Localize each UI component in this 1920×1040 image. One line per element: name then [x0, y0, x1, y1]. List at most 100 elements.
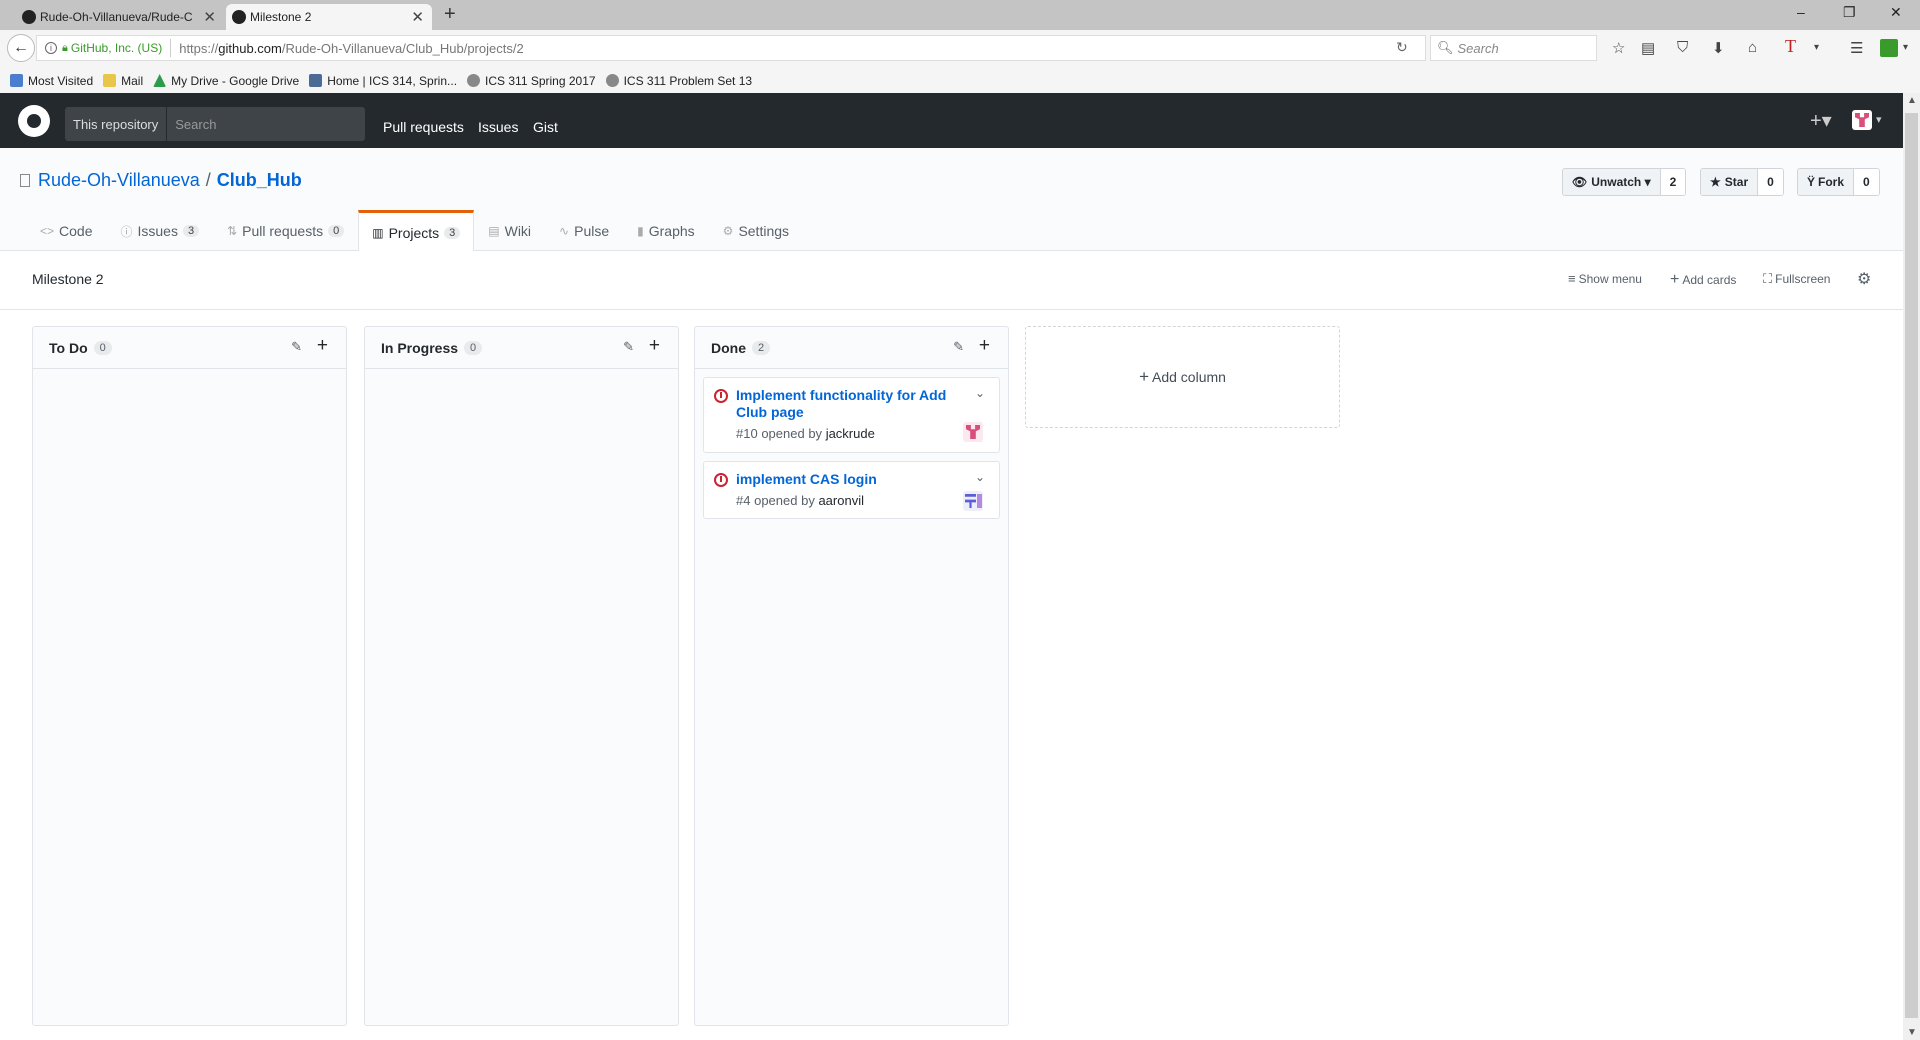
tab-pull-requests[interactable]: ⇅ Pull requests 0 [213, 210, 358, 251]
restore-button[interactable]: ❐ [1843, 4, 1856, 21]
chevron-down-icon[interactable]: ⌄ [975, 470, 985, 484]
identicon [1855, 113, 1869, 127]
tab-code[interactable]: <> Code [26, 210, 106, 251]
site-identity[interactable]: GitHub, Inc. (US) [71, 41, 162, 55]
browser-tab-title: Milestone 2 [250, 10, 312, 24]
pocket-icon[interactable]: ⛉ [1677, 39, 1688, 56]
search-scope-label[interactable]: This repository [65, 107, 168, 141]
page-scrollbar[interactable]: ▲ ▼ [1903, 93, 1920, 1040]
scroll-up-icon[interactable]: ▲ [1907, 95, 1917, 106]
hamburger-icon: ≡ [1568, 271, 1576, 286]
bookmark-item[interactable]: Home | ICS 314, Sprin... [309, 74, 457, 88]
new-tab-button[interactable]: + [444, 3, 456, 26]
bookmarks-bar: Most Visited Mail My Drive - Google Driv… [0, 68, 1920, 93]
project-column-todo: To Do 0 ✎ + [32, 326, 347, 1026]
book-icon: ▤ [488, 224, 500, 238]
bookmark-item[interactable]: Most Visited [10, 74, 93, 88]
scroll-down-icon[interactable]: ▼ [1907, 1027, 1917, 1038]
unwatch-button[interactable]: 👁︎ Unwatch ▾ [1563, 169, 1661, 195]
issue-author-link[interactable]: jackrude [826, 426, 875, 441]
tab-issues[interactable]: ⓘ Issues 3 [106, 210, 213, 251]
stars-count[interactable]: 0 [1758, 169, 1783, 195]
add-column-button[interactable]: + Add column [1025, 326, 1340, 428]
menu-icon[interactable]: ☰ [1850, 39, 1863, 57]
scrollbar-thumb[interactable] [1905, 113, 1918, 1018]
add-note-plus-icon[interactable]: + [317, 335, 328, 357]
fork-button[interactable]: Ÿ Fork [1798, 169, 1855, 195]
close-tab-icon[interactable]: ✕ [411, 8, 424, 26]
add-note-plus-icon[interactable]: + [649, 335, 660, 357]
issue-author-link[interactable]: aaronvil [818, 493, 864, 508]
bookmark-item[interactable]: My Drive - Google Drive [153, 74, 299, 88]
t-extension-icon[interactable]: T [1785, 36, 1796, 57]
bookmark-label: Mail [121, 73, 144, 88]
star-button-group: ★ Star 0 [1700, 168, 1784, 196]
dropdown-caret-icon[interactable]: ▾ [1814, 42, 1819, 53]
close-tab-icon[interactable]: ✕ [203, 8, 216, 26]
globe-icon [467, 74, 481, 87]
nav-gist[interactable]: Gist [533, 119, 558, 135]
browser-search-input[interactable]: 🔍︎ Search [1430, 35, 1597, 61]
info-icon[interactable]: i [45, 42, 57, 54]
close-window-button[interactable]: ✕ [1890, 4, 1902, 21]
nav-issues[interactable]: Issues [478, 119, 518, 135]
bookmark-star-icon[interactable]: ☆ [1612, 39, 1625, 57]
browser-tab-active[interactable]: Milestone 2 ✕ [226, 4, 432, 30]
bookmark-item[interactable]: Mail [103, 74, 143, 88]
avatar-caret-icon[interactable]: ▾ [1876, 113, 1882, 126]
add-note-plus-icon[interactable]: + [979, 335, 990, 357]
bookmark-item[interactable]: ICS 311 Problem Set 13 [605, 74, 752, 88]
column-card-count: 0 [93, 340, 112, 355]
search-placeholder: Search [1457, 40, 1499, 56]
tab-graphs[interactable]: ▮ Graphs [623, 210, 709, 251]
nav-pull-requests[interactable]: Pull requests [383, 119, 464, 135]
edit-column-pencil-icon[interactable]: ✎ [623, 339, 634, 355]
edit-column-pencil-icon[interactable]: ✎ [291, 339, 302, 355]
url-text[interactable]: https://github.com/Rude-Oh-Villanueva/Cl… [179, 41, 523, 56]
reload-icon[interactable]: ↻ [1396, 39, 1408, 56]
tab-label: Settings [738, 223, 790, 239]
tab-projects[interactable]: ▥ Projects 3 [358, 210, 475, 252]
download-icon[interactable]: ⬇ [1712, 39, 1725, 57]
search-input[interactable] [167, 116, 348, 132]
forks-count[interactable]: 0 [1854, 169, 1879, 195]
user-avatar[interactable] [1852, 110, 1872, 130]
watchers-count[interactable]: 2 [1660, 169, 1686, 195]
repo-name-link[interactable]: Club_Hub [217, 170, 302, 191]
minimize-button[interactable]: – [1797, 4, 1805, 20]
chevron-down-icon[interactable]: ⌄ [975, 386, 985, 400]
issue-card[interactable]: Implement functionality for Add Club pag… [703, 377, 1000, 453]
edit-column-pencil-icon[interactable]: ✎ [953, 339, 964, 355]
repo-search: This repository [65, 107, 365, 141]
author-avatar[interactable] [963, 491, 983, 511]
github-header: This repository Pull requests Issues Gis… [0, 93, 1903, 148]
issue-title-link[interactable]: implement CAS login [736, 471, 956, 488]
project-settings-button[interactable]: ⚙ [1857, 269, 1871, 289]
issue-title-link[interactable]: Implement functionality for Add Club pag… [736, 387, 956, 421]
tab-pulse[interactable]: ∿ Pulse [545, 210, 623, 251]
tab-settings[interactable]: ⚙ Settings [709, 210, 803, 251]
bookmark-item[interactable]: ICS 311 Spring 2017 [467, 74, 596, 88]
create-new-dropdown[interactable]: +▾ [1810, 108, 1832, 133]
repo-owner-link[interactable]: Rude-Oh-Villanueva [38, 170, 200, 191]
issue-icon: ⓘ [120, 224, 133, 239]
dropdown-caret-icon[interactable]: ▾ [1903, 42, 1908, 53]
back-button[interactable]: ← [7, 34, 35, 62]
home-icon[interactable]: ⌂ [1748, 39, 1757, 56]
fullscreen-button[interactable]: ⛶ Fullscreen [1763, 271, 1830, 287]
fullscreen-icon: ⛶ [1763, 271, 1773, 286]
project-column-done: Done 2 ✎ + Implement functionality for A… [694, 326, 1009, 1026]
issue-card[interactable]: implement CAS login #4 opened by aaronvi… [703, 461, 1000, 519]
reading-list-icon[interactable]: ▤ [1641, 39, 1655, 57]
author-avatar[interactable] [963, 422, 983, 442]
add-cards-button[interactable]: + Add cards [1670, 271, 1736, 289]
browser-tab[interactable]: Rude-Oh-Villanueva/Rude-C ✕ [16, 4, 224, 30]
tab-wiki[interactable]: ▤ Wiki [474, 210, 545, 251]
show-menu-button[interactable]: ≡ Show menu [1568, 271, 1642, 286]
github-logo-icon[interactable] [18, 105, 50, 137]
url-bar[interactable]: i 🔒︎ GitHub, Inc. (US) https://github.co… [36, 35, 1426, 61]
mcafee-icon[interactable] [1880, 39, 1898, 57]
pulse-icon: ∿ [559, 224, 570, 238]
star-button[interactable]: ★ Star [1701, 169, 1759, 195]
google-drive-icon [153, 74, 167, 87]
